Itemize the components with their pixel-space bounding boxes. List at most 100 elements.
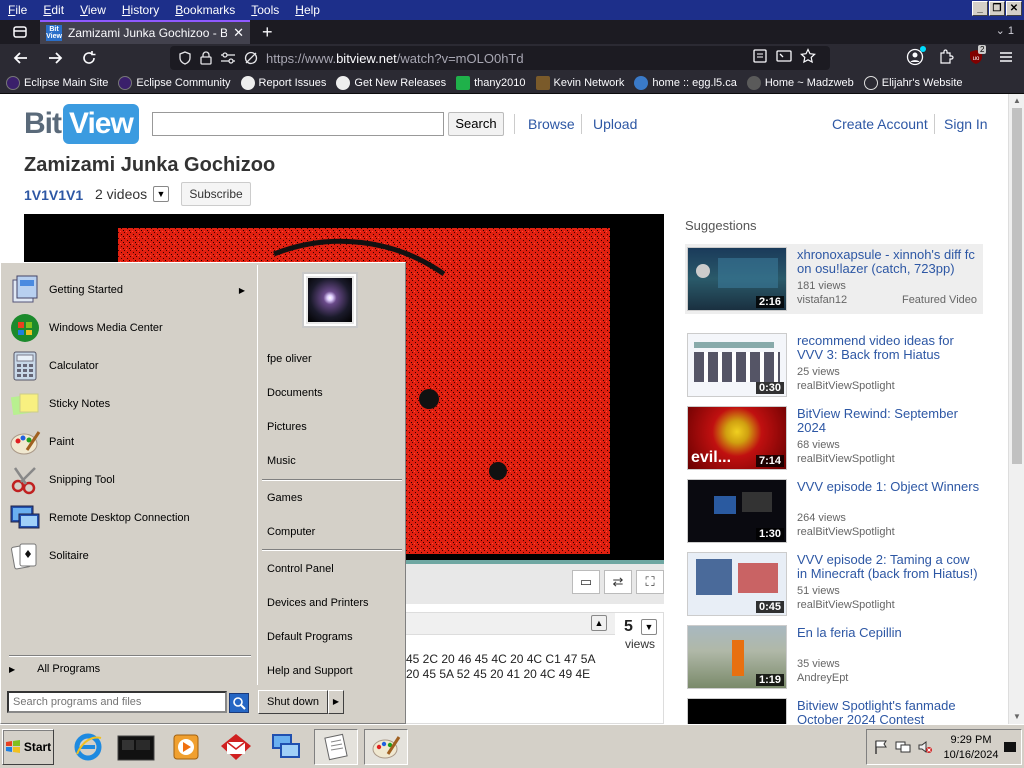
suggestion-thumbnail[interactable]: 1:30 [687,479,787,543]
hamburger-menu-icon[interactable] [998,49,1014,65]
site-search-input[interactable] [152,112,444,136]
suggestion-user[interactable]: realBitViewSpotlight [797,453,895,465]
bookmark-madzweb[interactable]: Home ~ Madzweb [746,75,854,90]
menu-file[interactable]: File [0,3,35,17]
suggestion-item[interactable]: 1:30 VVV episode 1: Object Winners 264 v… [685,476,983,546]
popout-icon[interactable]: ⇄ [604,570,632,594]
suggestion-title[interactable]: Bitview Spotlight's fanmade October 2024… [797,699,981,725]
suggestion-thumbnail[interactable]: 2:16 [687,247,787,311]
close-button[interactable]: ✕ [1006,1,1022,16]
menu-bookmarks[interactable]: Bookmarks [167,3,243,17]
start-devices-printers[interactable]: Devices and Printers [267,597,369,609]
account-icon[interactable] [906,46,926,66]
start-item-solitaire[interactable]: Solitaire [9,538,253,574]
suggestion-item[interactable]: evil... 7:14 BitView Rewind: September 2… [685,403,983,473]
picture-in-picture-icon[interactable] [776,48,792,64]
scroll-up-icon[interactable]: ▲ [1009,94,1024,108]
search-button[interactable]: Search [448,112,504,136]
start-item-getting-started[interactable]: Getting Started ▶ [9,272,253,308]
tab-list-button[interactable]: ⌄ 1 [996,24,1014,37]
menu-history[interactable]: History [114,3,167,17]
bookmark-get-new-releases[interactable]: Get New Releases [336,75,446,90]
start-item-windows-media-center[interactable]: Windows Media Center [9,310,253,346]
suggestion-thumbnail[interactable]: evil... 7:14 [687,406,787,470]
bookmark-kevin-network[interactable]: Kevin Network [535,75,624,90]
chevron-down-icon[interactable]: ▼ [153,186,169,202]
clock[interactable]: 9:29 PM 10/16/2024 [941,733,1001,763]
user-avatar[interactable] [302,272,358,328]
chevron-up-icon[interactable]: ▲ [591,615,607,631]
suggestion-user[interactable]: AndreyEpt [797,672,848,684]
create-account-link[interactable]: Create Account [832,116,928,132]
suggestion-item[interactable]: 0:30 recommend video ideas for VVV 3: Ba… [685,330,983,400]
suggestion-item[interactable]: 1:19 En la feria Cepillin 35 views Andre… [685,622,983,692]
reload-icon[interactable] [72,44,106,72]
theater-mode-icon[interactable]: ▭ [572,570,600,594]
page-scrollbar[interactable]: ▲ ▼ [1008,94,1024,724]
menu-help[interactable]: Help [287,3,328,17]
subscribe-button[interactable]: Subscribe [181,182,251,206]
show-desktop-icon[interactable] [1003,739,1017,755]
permissions-icon[interactable] [220,51,236,65]
volume-muted-icon[interactable] [917,739,933,755]
bookmark-star-icon[interactable] [800,48,816,64]
start-music[interactable]: Music [267,455,296,467]
suggestion-title[interactable]: En la feria Cepillin [797,626,981,640]
minimize-button[interactable]: _ [972,1,988,16]
suggestion-thumbnail[interactable]: 1:19 [687,625,787,689]
taskbar-notepad[interactable] [314,729,358,765]
lock-icon[interactable] [200,51,212,65]
start-computer[interactable]: Computer [267,526,315,538]
restore-button[interactable]: ❐ [989,1,1005,16]
taskbar-media-player[interactable] [164,729,208,765]
start-item-remote-desktop[interactable]: Remote Desktop Connection [9,500,253,536]
url-bar[interactable]: https://www.bitview.net/watch?v=mOLO0hTd [170,46,830,70]
suggestion-user[interactable]: realBitViewSpotlight [797,526,895,538]
ublock-icon[interactable]: uo 2 [968,45,987,65]
suggestion-user[interactable]: vistafan12 [797,294,847,306]
suggestion-thumbnail[interactable]: 0:30 [687,333,787,397]
close-tab-icon[interactable]: ✕ [233,25,244,41]
bookmark-thany2010[interactable]: thany2010 [456,75,526,90]
suggestion-user[interactable]: realBitViewSpotlight [797,380,895,392]
sign-in-link[interactable]: Sign In [944,116,988,132]
upload-link[interactable]: Upload [593,116,637,132]
channel-link[interactable]: 1V1V1V1 [24,187,83,203]
start-item-snipping-tool[interactable]: Snipping Tool [9,462,253,498]
start-item-paint[interactable]: Paint [9,424,253,460]
suggestion-thumbnail[interactable]: 0:45 [687,552,787,616]
tab-bitview[interactable]: Bit View Zamizami Junka Gochizoo - BitVi… [40,20,250,44]
bookmark-eclipse-main[interactable]: Eclipse Main Site [6,75,108,90]
network-icon[interactable] [895,739,911,755]
bookmark-elijahr[interactable]: Elijahr's Website [863,75,963,90]
shield-icon[interactable] [178,51,192,65]
start-search-input[interactable] [7,691,227,713]
shutdown-options-icon[interactable]: ▶ [328,690,344,714]
bookmark-eclipse-community[interactable]: Eclipse Community [118,75,231,90]
taskbar-explorer[interactable] [114,729,158,765]
start-games[interactable]: Games [267,492,302,504]
action-center-flag-icon[interactable] [873,739,889,755]
new-tab-icon[interactable]: + [262,22,273,43]
start-item-calculator[interactable]: Calculator [9,348,253,384]
menu-view[interactable]: View [72,3,114,17]
start-control-panel[interactable]: Control Panel [267,563,334,575]
forward-icon[interactable] [38,44,72,72]
suggestion-title[interactable]: xhronoxapsulе - xinnoh's diff fc on osu!… [797,248,981,276]
browse-link[interactable]: Browse [528,116,575,132]
all-programs-button[interactable]: ▶ All Programs [9,663,100,675]
bitview-logo[interactable]: Bit View [24,104,139,144]
autoplay-blocked-icon[interactable] [244,51,258,65]
suggestion-item[interactable]: Bitview Spotlight's fanmade October 2024… [685,695,983,724]
reader-view-icon[interactable] [752,48,768,64]
start-item-sticky-notes[interactable]: Sticky Notes [9,386,253,422]
suggestion-title[interactable]: VVV episode 1: Object Winners [797,480,981,494]
extensions-icon[interactable] [938,49,954,65]
chevron-down-icon[interactable]: ▼ [641,619,657,635]
scroll-down-icon[interactable]: ▼ [1009,710,1024,724]
start-documents[interactable]: Documents [267,387,323,399]
suggestion-user[interactable]: realBitViewSpotlight [797,599,895,611]
start-button[interactable]: Start [2,729,54,765]
fullscreen-icon[interactable]: ⛶ [636,570,664,594]
suggestion-thumbnail[interactable] [687,698,787,724]
